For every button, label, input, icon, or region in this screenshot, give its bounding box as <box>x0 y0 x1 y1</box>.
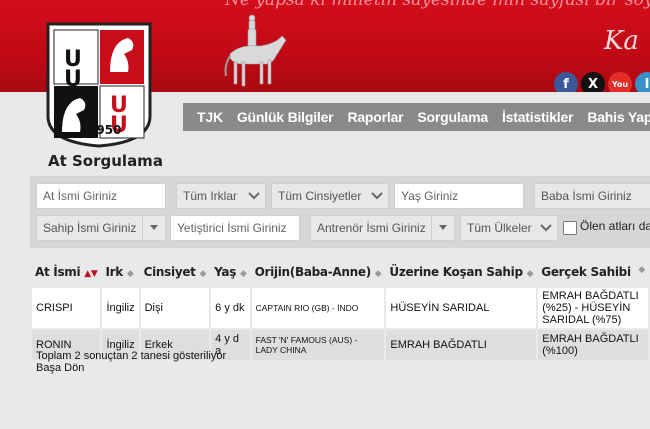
breeder-input[interactable]: Yetiştirici İsmi Giriniz <box>170 215 300 241</box>
sort-icon: ◆ <box>199 269 207 279</box>
breeder-placeholder: Yetiştirici İsmi Giriniz <box>177 221 287 235</box>
owner-select[interactable]: Sahip İsmi Giriniz <box>36 215 166 241</box>
country-select-value: Tüm Ülkeler <box>467 221 532 235</box>
breed-select-value: Tüm Irklar <box>183 189 237 203</box>
age-placeholder: Yaş Giriniz <box>401 189 459 203</box>
results-summary: Toplam 2 sonuçtan 2 tanesi gösteriliyor <box>36 350 227 362</box>
logo-year: 1950 <box>88 123 121 137</box>
chevron-down-icon <box>535 216 557 240</box>
header-label: At İsmi <box>35 265 81 279</box>
sort-icon: ◆ <box>526 269 534 279</box>
nav-tjk[interactable]: TJK <box>197 109 223 125</box>
banner-signature: Ka <box>604 26 639 56</box>
table-row[interactable]: CRISPI İngiliz Dişi 6 y dk CAPTAIN RIO (… <box>29 286 650 330</box>
nav-raporlar[interactable]: Raporlar <box>347 109 403 125</box>
col-header-origin[interactable]: Orijin(Baba-Anne) ◆ <box>251 258 386 287</box>
header-label: Gerçek Sahibi <box>541 265 631 279</box>
facebook-icon[interactable]: f <box>554 72 578 92</box>
cell-gender: Dişi <box>138 286 212 330</box>
col-header-breed[interactable]: Irk ◆ <box>101 258 139 287</box>
cell-running-owner[interactable]: HÜSEYİN SARIDAL <box>384 286 539 330</box>
cell-real-owner: EMRAH BAĞDATLI (%25) - HÜSEYİN SARIDAL (… <box>536 286 650 330</box>
nav-gunluk-bilgiler[interactable]: Günlük Bilgiler <box>237 109 334 125</box>
svg-text:U: U <box>64 67 82 92</box>
youtube-icon[interactable]: You <box>608 72 632 92</box>
results-table: At İsmi ▲▼ Irk ◆ Cinsiyet ◆ Yaş ◆ Orijin… <box>29 258 650 362</box>
tjk-logo[interactable]: U U U U 1950 <box>44 20 154 148</box>
trainer-select-value: Antrenör İsmi Giriniz <box>317 221 426 235</box>
nav-istatistikler[interactable]: İstatistikler <box>502 109 574 125</box>
page-title: At Sorgulama <box>48 152 163 170</box>
dead-horses-checkbox[interactable] <box>563 221 577 235</box>
col-header-horse-name[interactable]: At İsmi ▲▼ <box>31 258 101 287</box>
header-label: Orijin(Baba-Anne) <box>254 265 372 279</box>
horse-name-input[interactable]: At İsmi Giriniz <box>36 183 166 209</box>
sort-asc-icon: ▲▼ <box>84 269 98 279</box>
col-header-gender[interactable]: Cinsiyet ◆ <box>140 258 211 287</box>
ataturk-statue-icon <box>224 14 287 87</box>
col-header-running-owner[interactable]: Üzerine Koşan Sahip ◆ <box>385 258 537 287</box>
nav-bahis-yap[interactable]: Bahis Yap <box>587 109 650 125</box>
sort-icon: ◆ <box>638 265 645 275</box>
sort-icon: ◆ <box>374 269 382 279</box>
breed-select[interactable]: Tüm Irklar <box>176 183 266 209</box>
chevron-down-icon <box>366 184 388 208</box>
cell-age: 6 y dk <box>209 286 252 330</box>
nav-sorgulama[interactable]: Sorgulama <box>417 109 488 125</box>
age-input[interactable]: Yaş Giriniz <box>394 183 524 209</box>
country-select[interactable]: Tüm Ülkeler <box>460 215 558 241</box>
dead-horses-label: Ölen atları da <box>580 219 650 233</box>
trainer-select[interactable]: Antrenör İsmi Giriniz <box>310 215 455 241</box>
social-icons: f X You I <box>554 72 650 92</box>
chevron-down-icon <box>243 184 265 208</box>
cell-real-owner: EMRAH BAĞDATLI (%100) <box>536 328 650 362</box>
cell-breed: İngiliz <box>100 286 141 330</box>
instagram-icon[interactable]: I <box>635 72 650 92</box>
cell-running-owner[interactable]: EMRAH BAĞDATLI <box>384 328 539 362</box>
header-label: Irk <box>105 265 123 279</box>
main-nav: TJK Günlük Bilgiler Raporlar Sorgulama İ… <box>183 103 650 131</box>
header-label: Üzerine Koşan Sahip <box>389 265 523 279</box>
sort-icon: ◆ <box>239 269 247 279</box>
caret-down-icon <box>142 216 165 240</box>
sire-select-value: Baba İsmi Giriniz <box>541 189 632 203</box>
cell-origin[interactable]: FAST 'N' FAMOUS (AUS) - LADY CHINA <box>249 328 387 362</box>
cell-horse-name[interactable]: CRISPI <box>29 286 103 330</box>
x-icon[interactable]: X <box>581 72 605 92</box>
header-label: Cinsiyet <box>143 265 196 279</box>
gender-select[interactable]: Tüm Cinsiyetler <box>271 183 389 209</box>
sire-select[interactable]: Baba İsmi Giriniz <box>534 183 650 209</box>
back-to-top-link[interactable]: Başa Dön <box>36 362 84 374</box>
banner-script-text: Ne yapsa ki milletin sayesinde inin sayf… <box>225 0 650 10</box>
col-header-age[interactable]: Yaş ◆ <box>210 258 250 287</box>
col-header-real-owner[interactable]: Gerçek Sahibi ◆ <box>537 258 649 287</box>
owner-select-value: Sahip İsmi Giriniz <box>43 221 137 235</box>
header-label: Yaş <box>214 265 237 279</box>
table-header-row: At İsmi ▲▼ Irk ◆ Cinsiyet ◆ Yaş ◆ Orijin… <box>31 258 649 287</box>
cell-origin[interactable]: CAPTAIN RIO (GB) - İNDO <box>249 286 387 330</box>
horse-name-placeholder: At İsmi Giriniz <box>43 189 118 203</box>
sort-icon: ◆ <box>126 269 134 279</box>
gender-select-value: Tüm Cinsiyetler <box>278 189 362 203</box>
caret-down-icon <box>431 216 454 240</box>
